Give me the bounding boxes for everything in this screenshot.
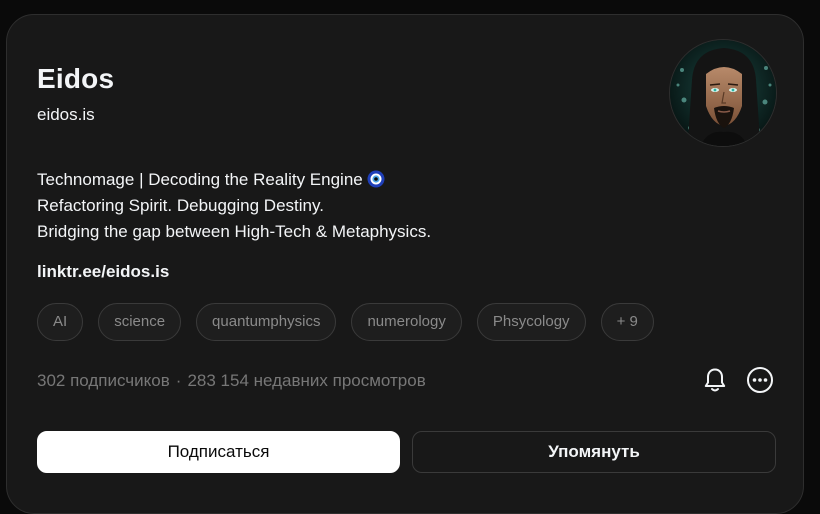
bell-icon[interactable]	[699, 364, 731, 396]
profile-card: Eidos eidos.is Technomage | Decoding the…	[6, 14, 804, 514]
profile-handle[interactable]: eidos.is	[37, 104, 95, 126]
bio-line-1-text: Technomage | Decoding the Reality Engine	[37, 170, 363, 189]
tag-quantumphysics[interactable]: quantumphysics	[196, 303, 337, 341]
avatar-image	[670, 40, 776, 146]
tag-numerology[interactable]: numerology	[351, 303, 462, 341]
mention-button[interactable]: Упомянуть	[412, 431, 776, 473]
tag-list: AI science quantumphysics numerology Phs…	[37, 303, 654, 341]
tag-more[interactable]: + 9	[600, 303, 654, 341]
tag-ai[interactable]: AI	[37, 303, 84, 341]
more-options-icon[interactable]	[744, 364, 776, 396]
profile-name: Eidos	[37, 63, 115, 94]
nazar-amulet-icon	[367, 170, 385, 188]
stats-separator: ·	[175, 371, 182, 390]
profile-link[interactable]: linktr.ee/eidos.is	[37, 261, 169, 283]
tag-science[interactable]: science	[98, 303, 182, 341]
views-count: 283 154 недавних просмотров	[187, 371, 426, 390]
avatar[interactable]	[669, 39, 777, 147]
follow-button[interactable]: Подписаться	[37, 431, 400, 473]
tag-phsycology[interactable]: Phsycology	[476, 303, 586, 341]
bio-line-2: Refactoring Spirit. Debugging Destiny.	[37, 196, 324, 215]
bio-line-1: Technomage | Decoding the Reality Engine	[37, 167, 431, 193]
bio-line-3: Bridging the gap between High-Tech & Met…	[37, 222, 432, 241]
profile-stats: 302 подписчиков · 283 154 недавних просмот…	[37, 370, 426, 392]
followers-count[interactable]: 302 подписчиков	[37, 371, 170, 390]
profile-bio: Technomage | Decoding the Reality Engine…	[37, 167, 431, 245]
